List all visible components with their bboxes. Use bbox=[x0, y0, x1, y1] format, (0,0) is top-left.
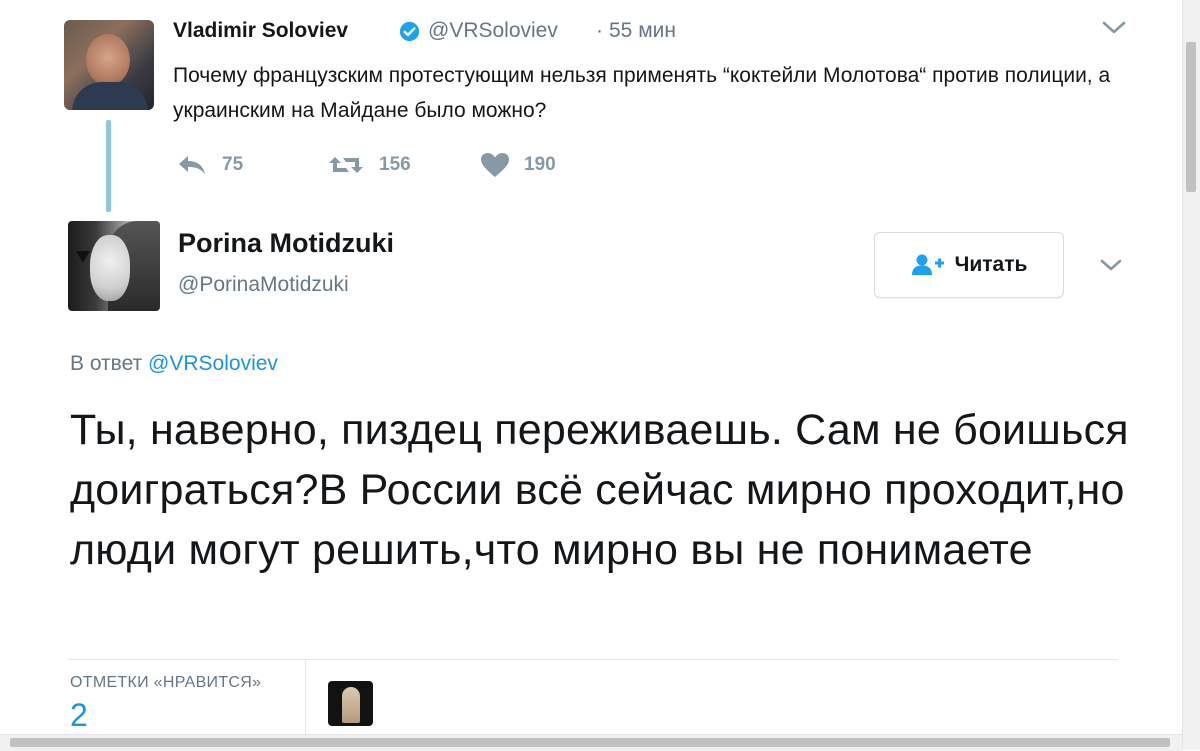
parent-tweet-timestamp[interactable]: 55 мин bbox=[609, 19, 676, 43]
reply-context-mention[interactable]: @VRSoloviev bbox=[148, 352, 278, 375]
chevron-down-icon[interactable] bbox=[1100, 18, 1128, 38]
reply-author-name[interactable]: Porina Motidzuki bbox=[178, 228, 394, 259]
retweet-icon bbox=[329, 157, 363, 173]
thread-connector-line bbox=[106, 120, 111, 212]
horizontal-scrollbar-thumb[interactable] bbox=[10, 738, 1170, 747]
follow-button-label: Читать bbox=[954, 253, 1028, 276]
reply-context-prefix: В ответ bbox=[70, 352, 143, 375]
add-user-icon bbox=[911, 254, 944, 275]
reply-tweet-text: Ты, наверно, пиздец переживаешь. Сам не … bbox=[70, 406, 1129, 574]
liker-avatar[interactable] bbox=[328, 681, 373, 726]
like-count: 190 bbox=[524, 154, 556, 175]
reply-icon bbox=[179, 156, 205, 174]
parent-author-name[interactable]: Vladimir Soloviev bbox=[173, 19, 348, 43]
like-action[interactable]: 190 bbox=[480, 150, 556, 180]
follow-button[interactable]: Читать bbox=[874, 232, 1064, 298]
avatar-vladimir-soloviev[interactable] bbox=[64, 20, 154, 110]
retweet-count: 156 bbox=[379, 154, 411, 175]
vertical-scrollbar-thumb[interactable] bbox=[1186, 42, 1196, 192]
likes-stat-label[interactable]: ОТМЕТКИ «НРАВИТСЯ» bbox=[70, 674, 261, 692]
heart-icon bbox=[481, 153, 509, 177]
avatar-tattoo bbox=[76, 251, 90, 263]
verified-badge-icon bbox=[399, 21, 420, 42]
likes-stat-count[interactable]: 2 bbox=[70, 697, 88, 734]
reply-context: В ответ @VRSoloviev bbox=[70, 352, 278, 376]
avatar-face bbox=[86, 34, 130, 86]
parent-tweet-text: Почему французским протестующим нельзя п… bbox=[173, 64, 1111, 122]
reply-action[interactable]: 75 bbox=[176, 150, 243, 180]
liker-avatar-figure bbox=[342, 687, 360, 723]
parent-author-handle[interactable]: @VRSoloviev bbox=[428, 19, 558, 43]
timestamp-separator: · bbox=[596, 19, 603, 42]
stats-divider bbox=[68, 659, 1118, 660]
reply-count: 75 bbox=[222, 154, 244, 175]
reply-author-handle[interactable]: @PorinaMotidzuki bbox=[178, 273, 349, 297]
stats-vertical-divider bbox=[305, 660, 306, 740]
chevron-down-icon[interactable] bbox=[1098, 256, 1124, 274]
avatar-porina-motidzuki[interactable] bbox=[68, 221, 160, 311]
avatar-shirt bbox=[72, 82, 148, 110]
retweet-action[interactable]: 156 bbox=[327, 150, 411, 180]
avatar-face bbox=[90, 235, 130, 301]
